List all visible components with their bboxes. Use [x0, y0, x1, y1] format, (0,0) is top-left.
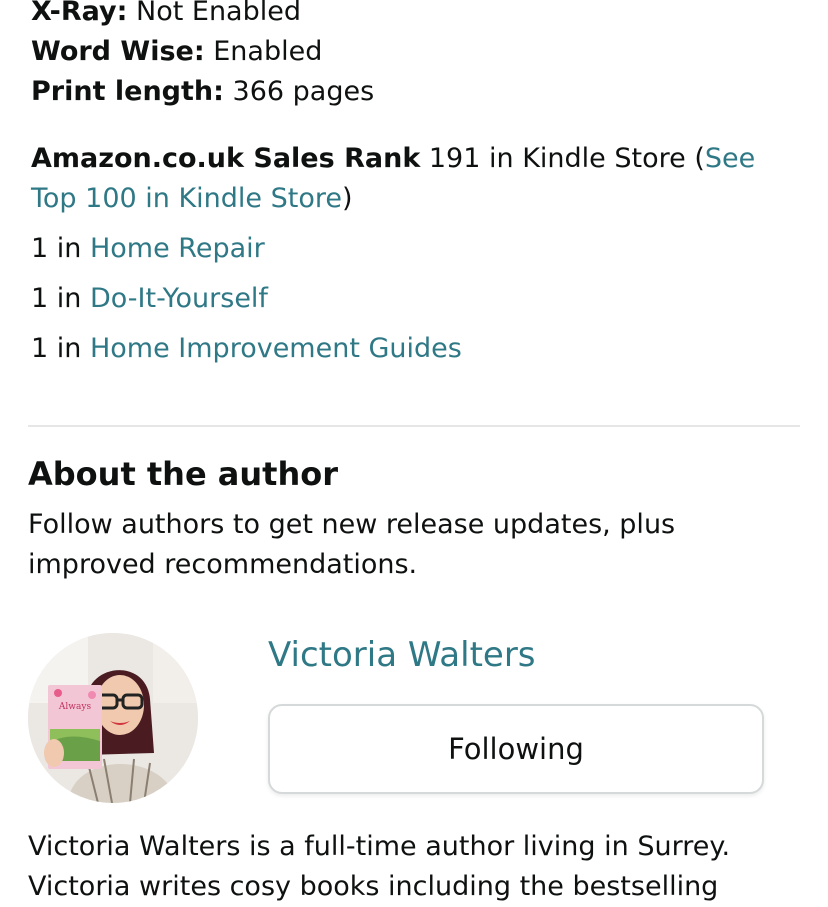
- author-name-link[interactable]: Victoria Walters: [268, 633, 536, 677]
- category-rank: 1 in: [31, 233, 82, 264]
- close-paren: ): [341, 183, 353, 214]
- detail-label: Word Wise:: [31, 36, 205, 67]
- about-author-description: Follow authors to get new release update…: [28, 509, 676, 580]
- author-photo: Always: [28, 633, 198, 803]
- detail-value: Not Enabled: [136, 0, 301, 27]
- following-button[interactable]: Following: [268, 704, 764, 794]
- category-link-do-it-yourself[interactable]: Do-It-Yourself: [90, 283, 268, 314]
- category-rank-list: 1 in Home Repair 1 in Do-It-Yourself 1 i…: [31, 229, 462, 379]
- about-author-title: About the author: [28, 455, 339, 493]
- category-rank: 1 in: [31, 333, 82, 364]
- detail-value: Enabled: [213, 36, 323, 67]
- author-bio: Victoria Walters is a full-time author l…: [28, 831, 731, 902]
- detail-word-wise: Word Wise: Enabled: [31, 32, 374, 72]
- product-details: X-Ray: Not Enabled Word Wise: Enabled Pr…: [31, 0, 374, 112]
- category-rank-item: 1 in Home Repair: [31, 229, 462, 279]
- detail-xray: X-Ray: Not Enabled: [31, 0, 374, 32]
- sales-rank-value: 191 in Kindle Store: [428, 143, 686, 174]
- category-link-home-improvement-guides[interactable]: Home Improvement Guides: [90, 333, 462, 364]
- sales-rank: Amazon.co.uk Sales Rank 191 in Kindle St…: [31, 139, 801, 219]
- author-avatar[interactable]: Always: [28, 633, 198, 803]
- open-paren: (: [694, 143, 705, 174]
- detail-print-length: Print length: 366 pages: [31, 72, 374, 112]
- category-rank: 1 in: [31, 283, 82, 314]
- detail-label: X-Ray:: [31, 0, 128, 27]
- sales-rank-label: Amazon.co.uk Sales Rank: [31, 143, 421, 174]
- section-divider: [28, 425, 800, 427]
- detail-label: Print length:: [31, 76, 224, 107]
- category-rank-item: 1 in Home Improvement Guides: [31, 329, 462, 379]
- detail-value: 366 pages: [232, 76, 375, 107]
- category-link-home-repair[interactable]: Home Repair: [90, 233, 265, 264]
- category-rank-item: 1 in Do-It-Yourself: [31, 279, 462, 329]
- svg-text:Always: Always: [58, 702, 92, 712]
